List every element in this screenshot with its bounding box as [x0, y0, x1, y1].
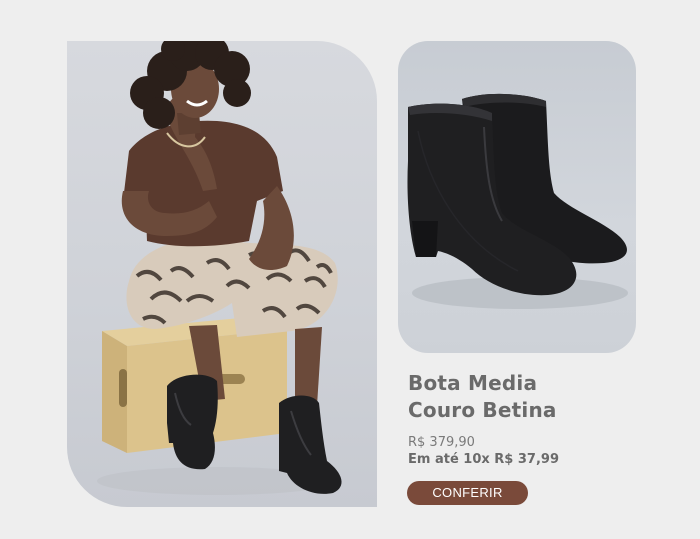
product-title[interactable]: Bota Media Couro Betina — [408, 370, 638, 424]
product-title-line2: Couro Betina — [408, 398, 557, 422]
lifestyle-photo[interactable] — [67, 41, 377, 507]
conferir-button[interactable]: CONFERIR — [407, 481, 528, 505]
model-illustration — [97, 41, 342, 495]
product-title-line1: Bota Media — [408, 371, 538, 395]
installment-price: Em até 10x R$ 37,99 — [408, 452, 559, 467]
product-price: R$ 379,90 — [408, 435, 475, 450]
product-card: Bota Media Couro Betina R$ 379,90 Em até… — [0, 0, 700, 539]
ankle-boots-illustration — [407, 93, 628, 309]
product-photo[interactable] — [398, 41, 636, 353]
